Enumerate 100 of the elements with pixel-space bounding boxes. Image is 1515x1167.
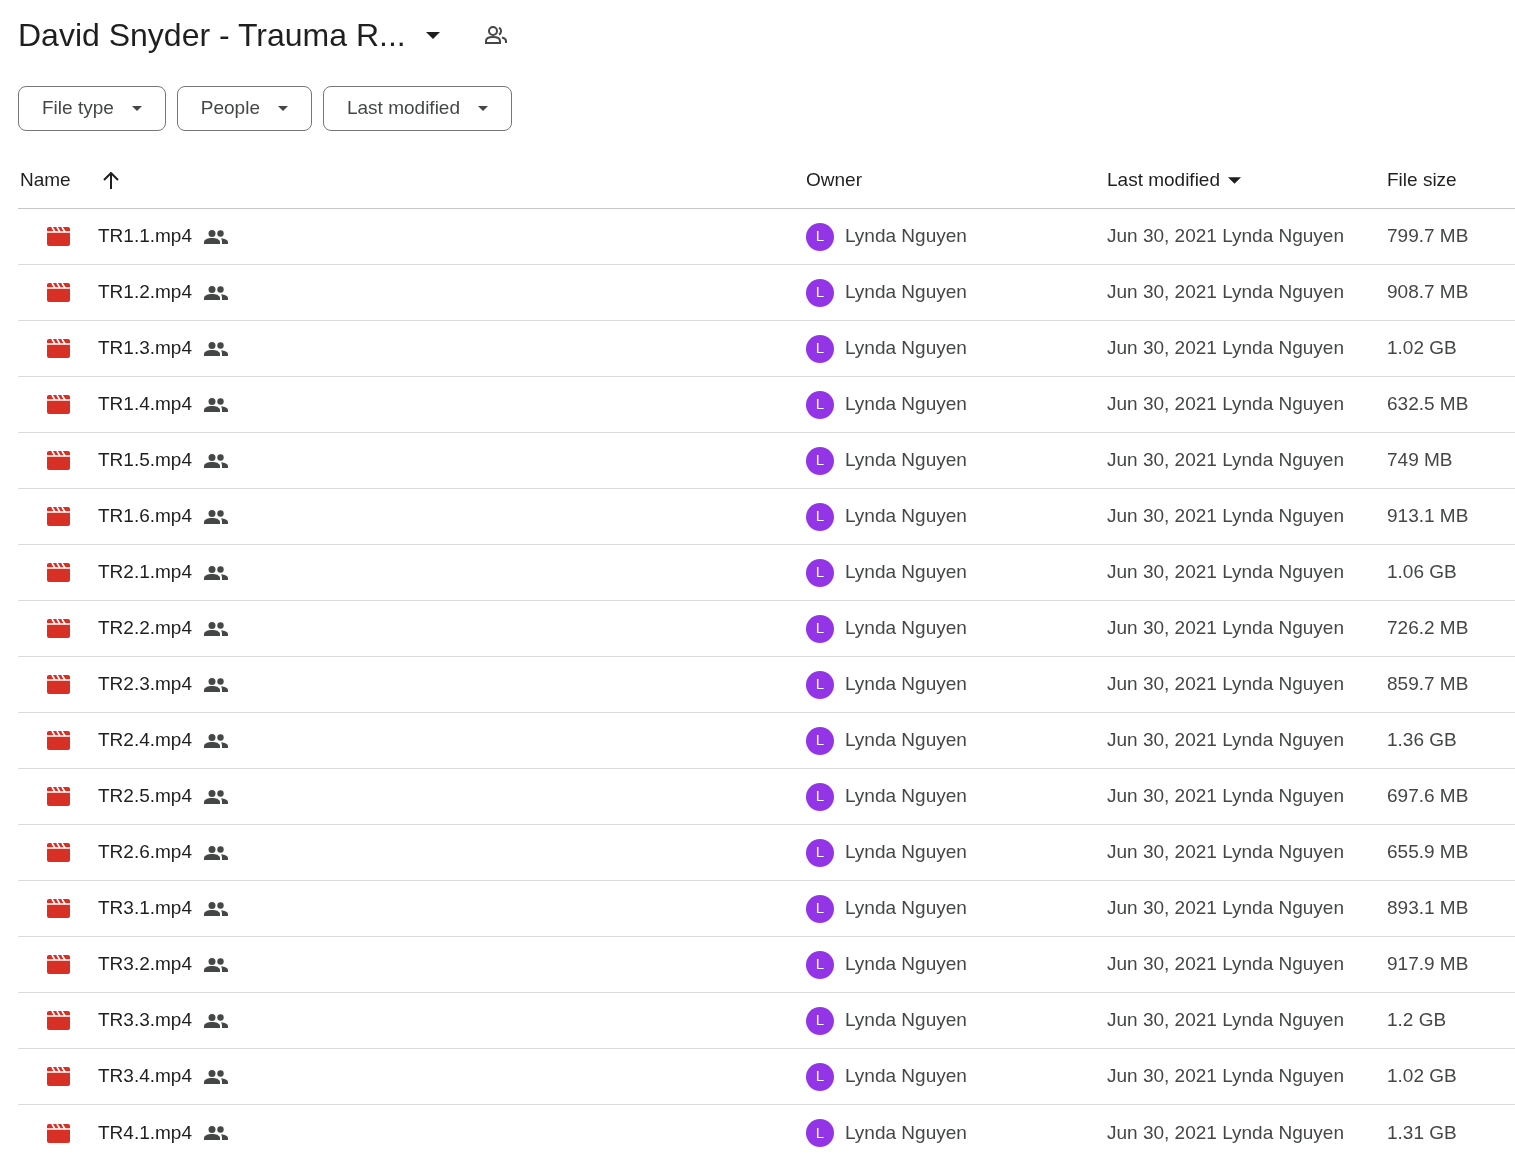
owner-name: Lynda Nguyen [845, 784, 967, 809]
file-name[interactable]: TR2.2.mp4 [98, 614, 192, 643]
video-file-icon [47, 395, 70, 414]
file-size: 913.1 MB [1387, 504, 1469, 529]
owner-name: Lynda Nguyen [845, 1064, 967, 1089]
modified-cell-text: Jun 30, 2021 Lynda Nguyen [1107, 224, 1344, 249]
modified-cell-text: Jun 30, 2021 Lynda Nguyen [1107, 280, 1344, 305]
file-name[interactable]: TR2.1.mp4 [98, 558, 192, 587]
file-size: 799.7 MB [1387, 224, 1469, 249]
people-icon[interactable] [483, 25, 508, 45]
video-file-icon [47, 955, 70, 974]
filter-chip[interactable]: People [176, 86, 312, 131]
caret-icon[interactable] [1228, 176, 1241, 184]
column-header[interactable]: Last modified [1107, 165, 1220, 195]
caret-icon [278, 106, 288, 111]
owner-avatar: L [806, 894, 834, 923]
video-file-icon [47, 507, 70, 526]
video-file-icon [47, 843, 70, 862]
file-name[interactable]: TR2.6.mp4 [98, 838, 192, 867]
owner-name: Lynda Nguyen [845, 1008, 967, 1033]
owner-name: Lynda Nguyen [845, 1120, 967, 1145]
file-name[interactable]: TR1.3.mp4 [98, 334, 192, 363]
file-name[interactable]: TR3.3.mp4 [98, 1006, 192, 1035]
owner-name: Lynda Nguyen [845, 504, 967, 529]
owner-name: Lynda Nguyen [845, 224, 967, 249]
file-name[interactable]: TR3.2.mp4 [98, 950, 192, 979]
caret-icon [478, 106, 488, 111]
modified-cell-text: Jun 30, 2021 Lynda Nguyen [1107, 896, 1344, 921]
modified-cell-text: Jun 30, 2021 Lynda Nguyen [1107, 952, 1344, 977]
file-size: 1.02 GB [1387, 1064, 1457, 1089]
folder-title[interactable]: David Snyder - Trauma R... [18, 19, 406, 51]
file-name[interactable]: TR1.4.mp4 [98, 390, 192, 419]
file-name[interactable]: TR1.1.mp4 [98, 222, 192, 251]
caret-icon [131, 106, 142, 111]
file-size: 632.5 MB [1387, 392, 1469, 417]
owner-avatar: L [806, 446, 834, 475]
video-file-icon [47, 283, 70, 302]
modified-cell-text: Jun 30, 2021 Lynda Nguyen [1107, 1120, 1344, 1145]
file-size: 917.9 MB [1387, 952, 1469, 977]
modified-cell-text: Jun 30, 2021 Lynda Nguyen [1107, 616, 1344, 641]
file-name[interactable]: TR1.2.mp4 [98, 278, 192, 307]
video-file-icon [47, 1123, 70, 1143]
video-file-icon [47, 675, 70, 694]
modified-cell-text: Jun 30, 2021 Lynda Nguyen [1107, 560, 1344, 585]
column-header[interactable]: Owner [806, 165, 862, 195]
file-name[interactable]: TR1.5.mp4 [98, 446, 192, 475]
owner-avatar: L [806, 950, 834, 979]
file-size: 726.2 MB [1387, 616, 1469, 641]
column-header[interactable]: Name [20, 165, 71, 195]
file-size: 697.6 MB [1387, 784, 1469, 809]
modified-cell-text: Jun 30, 2021 Lynda Nguyen [1107, 1008, 1344, 1033]
caret-icon[interactable] [425, 31, 440, 39]
owner-name: Lynda Nguyen [845, 672, 967, 697]
file-name[interactable]: TR1.6.mp4 [98, 502, 192, 531]
modified-cell-text: Jun 30, 2021 Lynda Nguyen [1107, 784, 1344, 809]
file-size: 749 MB [1387, 448, 1453, 473]
file-name[interactable]: TR3.4.mp4 [98, 1062, 192, 1091]
owner-name: Lynda Nguyen [845, 448, 967, 473]
owner-name: Lynda Nguyen [845, 728, 967, 753]
video-file-icon [47, 227, 70, 246]
filter-chip[interactable]: Last modified [323, 86, 512, 131]
owner-avatar: L [806, 1119, 834, 1147]
file-name[interactable]: TR3.1.mp4 [98, 894, 192, 923]
filter-chip[interactable]: File type [18, 86, 166, 131]
file-name[interactable]: TR4.1.mp4 [98, 1118, 192, 1148]
owner-avatar: L [806, 838, 834, 867]
modified-cell-text: Jun 30, 2021 Lynda Nguyen [1107, 1064, 1344, 1089]
owner-name: Lynda Nguyen [845, 840, 967, 865]
video-file-icon [47, 731, 70, 750]
modified-cell-text: Jun 30, 2021 Lynda Nguyen [1107, 840, 1344, 865]
file-size: 1.2 GB [1387, 1008, 1447, 1033]
owner-name: Lynda Nguyen [845, 392, 967, 417]
modified-cell-text: Jun 30, 2021 Lynda Nguyen [1107, 336, 1344, 361]
video-file-icon [47, 1067, 70, 1086]
video-file-icon [47, 619, 70, 638]
file-size: 1.31 GB [1387, 1120, 1457, 1145]
file-size: 1.36 GB [1387, 728, 1457, 753]
column-header[interactable]: File size [1387, 165, 1457, 195]
arrow-up-icon[interactable] [102, 171, 119, 189]
owner-name: Lynda Nguyen [845, 560, 967, 585]
owner-avatar: L [806, 502, 834, 531]
owner-avatar: L [806, 1062, 834, 1091]
owner-avatar: L [806, 614, 834, 643]
file-name[interactable]: TR2.3.mp4 [98, 670, 192, 699]
file-size: 1.06 GB [1387, 560, 1457, 585]
modified-cell-text: Jun 30, 2021 Lynda Nguyen [1107, 448, 1344, 473]
file-size: 893.1 MB [1387, 896, 1469, 921]
file-name[interactable]: TR2.4.mp4 [98, 726, 192, 755]
owner-avatar: L [806, 1006, 834, 1035]
owner-name: Lynda Nguyen [845, 616, 967, 641]
owner-name: Lynda Nguyen [845, 336, 967, 361]
owner-avatar: L [806, 670, 834, 699]
owner-avatar: L [806, 334, 834, 363]
file-name[interactable]: TR2.5.mp4 [98, 782, 192, 811]
file-size: 908.7 MB [1387, 280, 1469, 305]
owner-avatar: L [806, 278, 834, 307]
video-file-icon [47, 339, 70, 358]
file-size: 655.9 MB [1387, 840, 1469, 865]
video-file-icon [47, 451, 70, 470]
owner-avatar: L [806, 222, 834, 251]
